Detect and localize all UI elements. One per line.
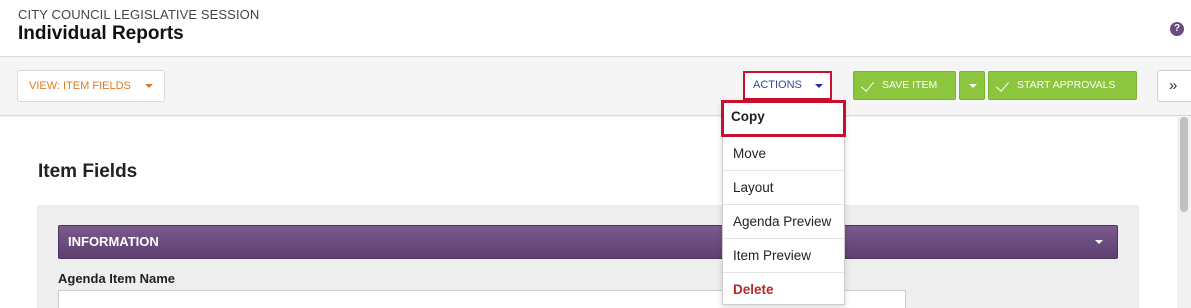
- start-approvals-button[interactable]: START APPROVALS: [988, 71, 1137, 100]
- help-icon[interactable]: ?: [1170, 22, 1184, 36]
- menu-item-layout[interactable]: Layout: [723, 171, 844, 205]
- menu-item-agenda-preview[interactable]: Agenda Preview: [723, 205, 844, 239]
- chevron-down-icon: [1095, 240, 1103, 244]
- main-content: Item Fields INFORMATION Agenda Item Name: [0, 117, 1177, 308]
- meeting-subtitle: CITY COUNCIL LEGISLATIVE SESSION: [18, 7, 260, 22]
- toolbar: VIEW: ITEM FIELDS ACTIONS SAVE ITEM STAR…: [0, 58, 1191, 116]
- expand-panel-button[interactable]: »: [1157, 70, 1191, 102]
- menu-item-item-preview[interactable]: Item Preview: [723, 239, 844, 273]
- actions-dropdown-button[interactable]: ACTIONS: [743, 71, 832, 100]
- actions-label: ACTIONS: [753, 79, 802, 91]
- information-section-header[interactable]: INFORMATION: [58, 225, 1118, 259]
- double-chevron-right-icon: »: [1169, 77, 1178, 94]
- agenda-item-name-label: Agenda Item Name: [58, 271, 176, 286]
- chevron-down-icon: [815, 84, 823, 88]
- actions-menu: Copy Move Layout Agenda Preview Item Pre…: [721, 100, 846, 307]
- item-fields-panel: INFORMATION Agenda Item Name: [37, 205, 1139, 308]
- page-title: Individual Reports: [18, 23, 184, 44]
- menu-item-delete[interactable]: Delete: [723, 273, 844, 307]
- page-header: CITY COUNCIL LEGISLATIVE SESSION Individ…: [0, 0, 1191, 57]
- check-icon: [860, 78, 875, 92]
- section-title: Item Fields: [38, 161, 138, 182]
- chevron-down-icon: [145, 84, 153, 88]
- save-item-label: SAVE ITEM: [882, 79, 938, 91]
- view-select-button[interactable]: VIEW: ITEM FIELDS: [17, 70, 165, 102]
- start-approvals-label: START APPROVALS: [1017, 79, 1116, 91]
- vertical-scrollbar[interactable]: [1177, 117, 1191, 308]
- check-icon: [995, 78, 1010, 92]
- menu-item-move[interactable]: Move: [723, 137, 844, 171]
- save-item-button[interactable]: SAVE ITEM: [853, 71, 956, 100]
- view-select-label: VIEW: ITEM FIELDS: [29, 80, 131, 92]
- information-label: INFORMATION: [68, 234, 159, 249]
- menu-item-copy[interactable]: Copy: [721, 100, 846, 137]
- chevron-down-icon: [969, 84, 977, 88]
- scrollbar-thumb[interactable]: [1180, 117, 1188, 212]
- save-options-button[interactable]: [959, 71, 985, 100]
